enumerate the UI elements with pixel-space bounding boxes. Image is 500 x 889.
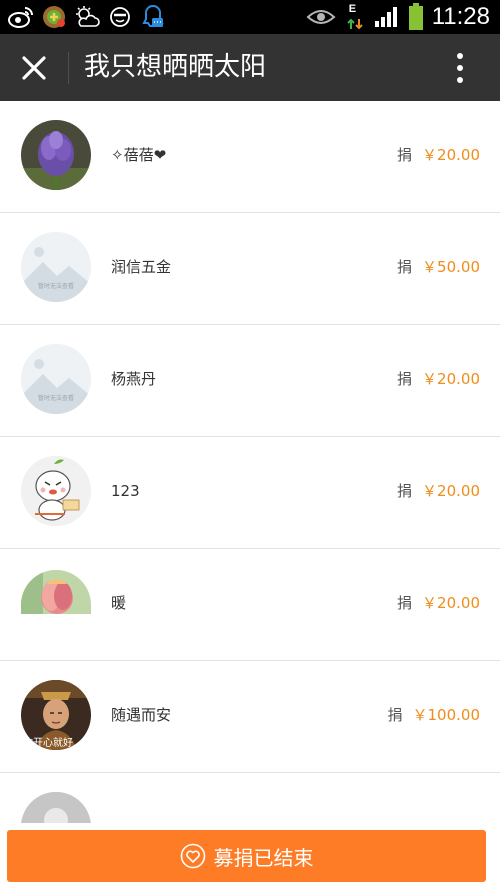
donation-info: 捐 ￥20.00	[397, 325, 480, 433]
avatar-default	[21, 792, 91, 823]
donation-amount: ￥20.00	[422, 594, 480, 612]
donor-row[interactable]: 暂时无法查看 润信五金 捐 ￥50.00	[0, 213, 500, 325]
heart-circle-icon	[180, 843, 205, 869]
donor-list[interactable]: ✧蓓蓓❤ 捐 ￥20.00 暂时无法查看 润信五金 捐 ￥50.00 暂时无法查…	[0, 101, 500, 823]
notification-icons	[6, 4, 171, 30]
avatar-portrait: 你开心就好	[21, 680, 91, 750]
battery-icon	[408, 3, 423, 30]
weibo-icon	[6, 4, 36, 30]
donor-name: 123	[111, 482, 140, 500]
network-type-letter: E	[348, 3, 357, 15]
donation-info: 捐 ￥50.00	[397, 213, 480, 321]
page-title: 我只想晒晒太阳	[84, 52, 267, 82]
donation-info: 捐 ￥20.00	[397, 101, 480, 209]
avatar-caption: 暂时无法查看	[37, 395, 74, 402]
title-bar: 我只想晒晒太阳	[0, 34, 500, 101]
donation-amount: ￥20.00	[422, 482, 480, 500]
close-button[interactable]	[14, 48, 54, 88]
donor-row[interactable]: ✧蓓蓓❤ 捐 ￥20.00	[0, 101, 500, 213]
avatar-caption: 暂时无法查看	[37, 283, 74, 290]
avatar-cartoon	[21, 456, 91, 526]
donation-label: 捐	[397, 482, 413, 500]
system-icons: E 11:28	[306, 0, 490, 34]
donation-label: 捐	[397, 258, 413, 276]
donor-row[interactable]: 你开心就好 随遇而安 捐 ￥100.00	[0, 661, 500, 773]
donation-info: 捐 ￥20.00	[397, 437, 480, 545]
donor-name: 润信五金	[111, 258, 172, 276]
donation-label: 捐	[397, 594, 413, 612]
game-icon	[39, 4, 69, 30]
donation-amount: ￥100.00	[412, 706, 481, 724]
clock: 11:28	[431, 3, 490, 30]
more-vertical-icon	[457, 53, 463, 83]
donor-name: ✧蓓蓓❤	[111, 146, 167, 164]
donation-info: 捐 ￥100.00	[387, 661, 480, 769]
donation-info: 捐 ￥20.00	[397, 549, 480, 657]
donor-name: 暖	[111, 594, 127, 612]
donation-amount: ￥20.00	[422, 146, 480, 164]
eye-icon	[306, 10, 336, 24]
donor-row[interactable]: 暖 捐 ￥20.00	[0, 549, 500, 661]
donation-label: 捐	[397, 146, 413, 164]
close-icon	[22, 56, 46, 80]
donation-amount: ￥20.00	[422, 370, 480, 388]
bottom-bar: 募捐已结束	[0, 823, 500, 889]
donor-row[interactable]	[0, 773, 500, 823]
status-bar: E 11:28	[0, 0, 500, 34]
donor-name: 杨燕丹	[111, 370, 157, 388]
avatar-placeholder: 暂时无法查看	[21, 232, 91, 302]
donation-ended-button[interactable]: 募捐已结束	[7, 830, 486, 882]
avatar-purple-flower	[21, 120, 91, 190]
data-arrows-icon: E	[346, 3, 364, 31]
donation-label: 捐	[397, 370, 413, 388]
face-icon	[105, 4, 135, 30]
avatar-caption: 你开心就好	[23, 738, 73, 749]
title-divider	[68, 52, 69, 84]
donor-row[interactable]: 123 捐 ￥20.00	[0, 437, 500, 549]
more-button[interactable]	[440, 52, 480, 84]
weather-icon	[72, 4, 102, 30]
donation-label: 捐	[387, 706, 403, 724]
qq-icon	[138, 4, 168, 30]
avatar-placeholder: 暂时无法查看	[21, 344, 91, 414]
donation-amount: ￥50.00	[422, 258, 480, 276]
signal-icon	[374, 7, 397, 27]
avatar-tulip	[21, 570, 91, 614]
donation-ended-label: 募捐已结束	[213, 845, 314, 870]
donor-row[interactable]: 暂时无法查看 杨燕丹 捐 ￥20.00	[0, 325, 500, 437]
donor-name: 随遇而安	[111, 706, 172, 724]
